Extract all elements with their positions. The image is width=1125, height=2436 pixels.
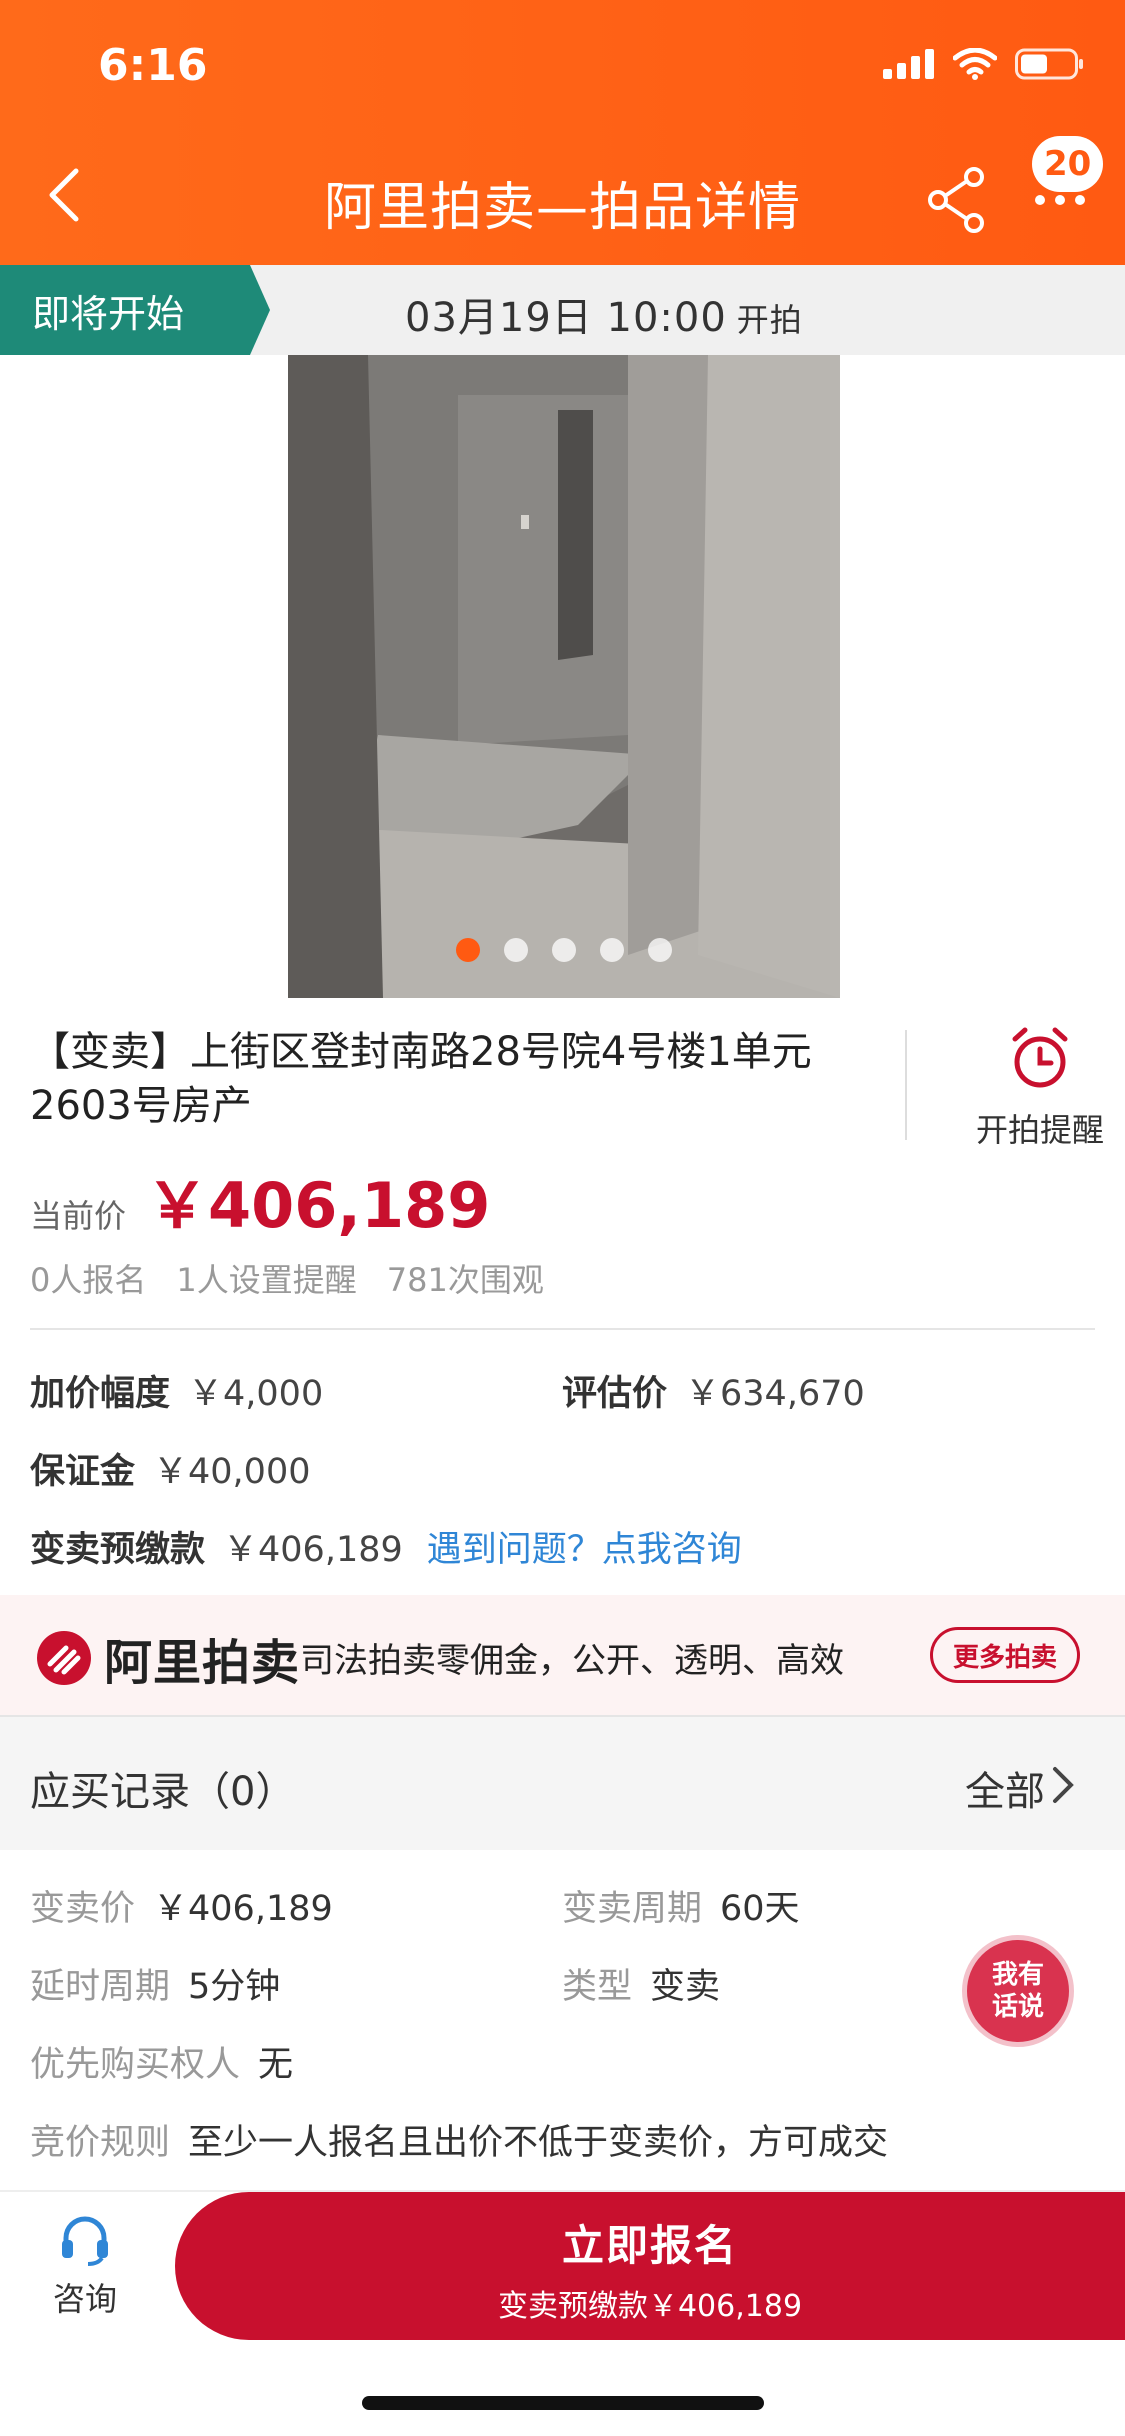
- pager-dot[interactable]: [600, 938, 624, 962]
- priority-label: 优先购买权人: [30, 2045, 241, 2085]
- sell-period-value: 60天: [720, 1889, 800, 1929]
- pager-dot-active[interactable]: [456, 938, 480, 962]
- start-date-time: 03月19日 10:00: [405, 295, 727, 341]
- type-label: 类型: [562, 1967, 633, 2007]
- ali-auction-logo-text: 阿里拍卖: [104, 1635, 301, 1691]
- deposit: 保证金 ￥40,000: [30, 1443, 310, 1494]
- status-icons: [883, 48, 1085, 80]
- ali-auction-logo: 阿里拍卖: [36, 1623, 300, 1693]
- message-count-badge: 20: [1032, 136, 1104, 192]
- gallery-pager[interactable]: [288, 938, 840, 962]
- status-time: 6:16: [98, 40, 208, 91]
- price-label: 当前价: [30, 1197, 127, 1235]
- divider: [30, 1328, 1095, 1330]
- increment-value: ￥4,000: [188, 1374, 324, 1414]
- priority-buyer: 优先购买权人无: [30, 2036, 293, 2087]
- item-title: 【变卖】上街区登封南路28号院4号楼1单元2603号房产: [30, 1029, 812, 1129]
- fab-line1: 我有: [991, 1960, 1044, 1990]
- consult-label: 咨询: [52, 2280, 117, 2318]
- chevron-right-icon: [1053, 1767, 1074, 1803]
- room-photo: [288, 355, 840, 998]
- pager-dot[interactable]: [648, 938, 672, 962]
- increment-label: 加价幅度: [30, 1374, 171, 1414]
- deposit-label: 保证金: [30, 1452, 136, 1492]
- pager-dot[interactable]: [504, 938, 528, 962]
- rule-value: 至少一人报名且出价不低于变卖价，方可成交: [188, 2123, 889, 2163]
- records-title: 应买记录（0）: [30, 1769, 296, 1815]
- fab-line2: 话说: [991, 1992, 1044, 2022]
- appraisal-label: 评估价: [562, 1374, 668, 1414]
- reminder-count: 1人设置提醒: [176, 1261, 357, 1299]
- remind-label: 开拍提醒: [975, 1111, 1104, 1149]
- deposit-value: ￥40,000: [153, 1452, 311, 1492]
- divider: [905, 1030, 907, 1140]
- home-indicator: [362, 2396, 764, 2410]
- bid-records-row[interactable]: 应买记录（0） 全部: [0, 1715, 1125, 1850]
- battery-icon: [1015, 48, 1083, 80]
- auction-status-banner: 即将开始 03月19日 10:00 开拍: [0, 265, 1125, 355]
- records-all-link[interactable]: 全部: [965, 1759, 1045, 1817]
- header: 6:16 阿里拍卖—拍品详情 20: [0, 0, 1125, 265]
- alarm-clock-icon: [1012, 1027, 1068, 1088]
- sell-price-label: 变卖价: [30, 1889, 136, 1929]
- sell-period: 变卖周期 60天: [562, 1880, 800, 1931]
- current-price: 当前价 ￥406,189: [30, 1155, 490, 1245]
- auction-type: 类型 变卖: [562, 1958, 720, 2009]
- feedback-floating-button[interactable]: 我有 话说: [962, 1935, 1074, 2047]
- prepay: 变卖预缴款 ￥406,189 遇到问题？点我咨询: [30, 1521, 742, 1572]
- prepay-value: ￥406,189: [223, 1530, 403, 1570]
- signal-icon: [883, 49, 934, 79]
- start-reminder-button[interactable]: 开拍提醒: [960, 1025, 1120, 1151]
- headset-icon: [62, 2216, 108, 2266]
- signup-count: 0人报名: [30, 1261, 147, 1299]
- delay-value: 5分钟: [188, 1967, 281, 2007]
- wifi-icon: [953, 48, 997, 80]
- price-value: ￥406,189: [146, 1169, 491, 1242]
- item-photo[interactable]: [288, 355, 840, 998]
- appraisal: 评估价 ￥634,670: [562, 1365, 865, 1416]
- priority-value: 无: [258, 2045, 294, 2085]
- ali-auction-bar: 阿里拍卖 司法拍卖零佣金，公开、透明、高效 更多拍卖: [0, 1595, 1125, 1715]
- ali-auction-logo-icon: [37, 1631, 91, 1685]
- view-count: 781次围观: [386, 1261, 544, 1299]
- pager-dot[interactable]: [552, 938, 576, 962]
- share-icon[interactable]: [926, 165, 988, 235]
- register-now-button[interactable]: 立即报名 变卖预缴款￥406,189: [175, 2192, 1125, 2340]
- type-value: 变卖: [650, 1967, 721, 2007]
- register-prepay: 变卖预缴款￥406,189: [497, 2289, 803, 2324]
- increment: 加价幅度 ￥4,000: [30, 1365, 323, 1416]
- sell-period-label: 变卖周期: [562, 1889, 703, 1929]
- rule-label: 竞价规则: [30, 2123, 171, 2163]
- register-label: 立即报名: [561, 2221, 738, 2270]
- delay-period: 延时周期 5分钟: [30, 1958, 280, 2009]
- help-link[interactable]: 遇到问题？点我咨询: [427, 1530, 742, 1570]
- appraisal-value: ￥634,670: [685, 1374, 865, 1414]
- status-tag: 即将开始: [0, 265, 270, 355]
- prepay-label: 变卖预缴款: [30, 1530, 206, 1570]
- sell-price-value: ￥406,189: [153, 1889, 333, 1929]
- item-stats: 0人报名 1人设置提醒 781次围观: [30, 1255, 544, 1301]
- start-label: 开拍: [736, 301, 803, 339]
- delay-label: 延时周期: [30, 1967, 171, 2007]
- bidding-rule: 竞价规则 至少一人报名且出价不低于变卖价，方可成交: [30, 2114, 888, 2165]
- consult-button[interactable]: 咨询: [40, 2212, 130, 2320]
- ali-slogan: 司法拍卖零佣金，公开、透明、高效: [300, 1641, 844, 1681]
- sell-price: 变卖价 ￥406,189: [30, 1880, 333, 1931]
- start-time: 03月19日 10:00 开拍: [405, 285, 803, 343]
- more-auctions-button[interactable]: 更多拍卖: [930, 1627, 1080, 1683]
